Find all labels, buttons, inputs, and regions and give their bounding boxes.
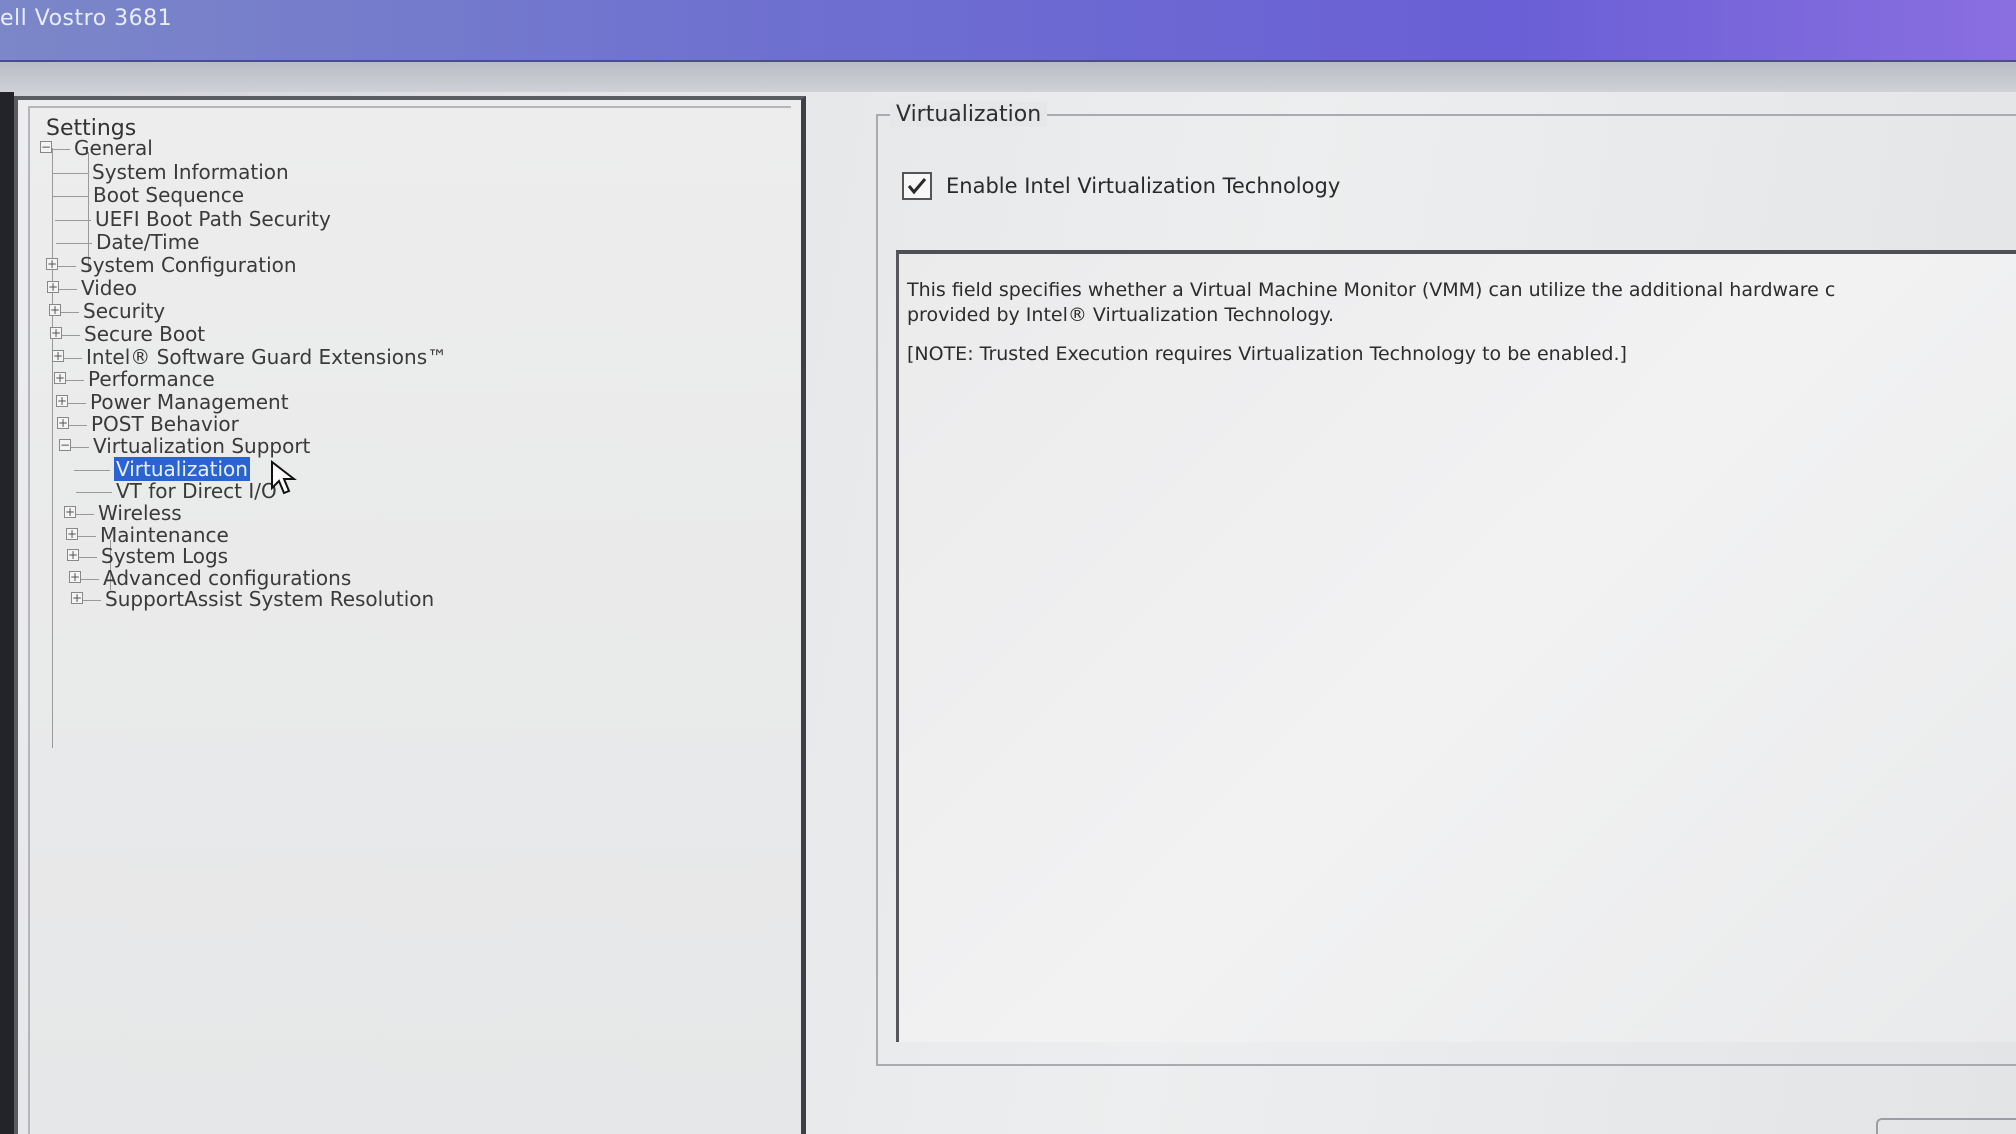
group-title: Virtualization [890, 102, 1048, 127]
plus-box-icon[interactable]: + [49, 304, 61, 316]
settings-tree-panel: Settings − General System Information Bo… [14, 96, 806, 1134]
description-note: [NOTE: Trusted Execution requires Virtua… [907, 343, 1627, 365]
tree-trunk-line [52, 148, 53, 748]
tree-item-label: Secure Boot [84, 322, 206, 346]
description-box: This field specifies whether a Virtual M… [896, 250, 2016, 1042]
tree-item-vt-for-direct-io[interactable]: VT for Direct I/O [76, 479, 277, 503]
bottom-right-button-edge[interactable] [1876, 1118, 2016, 1134]
tree-item-label: Intel® Software Guard Extensions™ [86, 345, 448, 369]
tree-item-label: Date/Time [96, 230, 200, 254]
window-title: ell Vostro 3681 [0, 6, 173, 31]
plus-box-icon[interactable]: + [56, 395, 68, 407]
tree-item-system-logs[interactable]: + System Logs [67, 544, 228, 568]
minus-box-icon[interactable]: − [59, 439, 71, 451]
tree-item-label: Wireless [98, 501, 182, 525]
tree-item-label: General [74, 136, 153, 160]
plus-box-icon[interactable]: + [64, 506, 76, 518]
screen-bezel-edge [0, 92, 14, 1134]
enable-vt-label[interactable]: Enable Intel Virtualization Technology [946, 174, 1340, 198]
tree-item-label: Performance [88, 367, 215, 391]
plus-box-icon[interactable]: + [50, 327, 62, 339]
tree-item-virtualization-support[interactable]: − Virtualization Support [59, 434, 310, 458]
plus-box-icon[interactable]: + [47, 281, 59, 293]
tree-item-supportassist[interactable]: + SupportAssist System Resolution [71, 587, 434, 611]
detail-pane: Virtualization Enable Intel Virtualizati… [820, 92, 2016, 1134]
plus-box-icon[interactable]: + [52, 350, 64, 362]
tree-item-label: POST Behavior [91, 412, 239, 436]
tree-item-label: VT for Direct I/O [116, 479, 277, 503]
plus-box-icon[interactable]: + [67, 549, 79, 561]
tree-item-label: Power Management [90, 390, 289, 414]
tree-item-boot-sequence[interactable]: Boot Sequence [53, 183, 245, 207]
plus-box-icon[interactable]: + [54, 372, 66, 384]
tree-item-security[interactable]: + Security [49, 299, 165, 323]
tree-item-label: Video [81, 276, 138, 300]
description-text: This field specifies whether a Virtual M… [907, 278, 2016, 367]
description-line-2: provided by Intel® Virtualization Techno… [907, 304, 1335, 326]
tree-item-label: Virtualization Support [93, 434, 311, 458]
checkmark-icon [907, 178, 927, 195]
settings-tree: Settings − General System Information Bo… [28, 106, 791, 1134]
tree-item-label: Boot Sequence [93, 183, 245, 207]
tree-item-label: System Logs [101, 544, 229, 568]
plus-box-icon[interactable]: + [71, 592, 83, 604]
description-line-1: This field specifies whether a Virtual M… [907, 279, 1836, 301]
tree-item-date-time[interactable]: Date/Time [56, 230, 200, 254]
tree-item-power-management[interactable]: + Power Management [56, 390, 289, 414]
plus-box-icon[interactable]: + [46, 258, 58, 270]
minus-box-icon[interactable]: − [40, 141, 52, 153]
tree-item-label: UEFI Boot Path Security [95, 207, 331, 231]
enable-vt-checkbox[interactable] [902, 172, 932, 200]
tree-item-label: Security [83, 299, 166, 323]
tree-item-wireless[interactable]: + Wireless [64, 501, 182, 525]
tree-item-intel-sgx[interactable]: + Intel® Software Guard Extensions™ [52, 345, 447, 369]
tree-item-secure-boot[interactable]: + Secure Boot [50, 322, 205, 346]
menu-band [0, 62, 2016, 92]
mouse-pointer-icon [271, 460, 297, 495]
tree-item-uefi-boot-path-security[interactable]: UEFI Boot Path Security [55, 207, 331, 231]
plus-box-icon[interactable]: + [57, 417, 69, 429]
bios-setup-screen: ell Vostro 3681 Settings − General Syste… [0, 0, 2016, 1134]
plus-box-icon[interactable]: + [69, 571, 81, 583]
tree-item-label-selected: Virtualization [114, 457, 250, 481]
tree-item-system-information[interactable]: System Information [52, 160, 289, 184]
tree-item-virtualization[interactable]: Virtualization [74, 457, 250, 481]
title-bar: ell Vostro 3681 [0, 0, 2016, 62]
tree-item-label: System Information [92, 160, 289, 184]
tree-item-label: System Configuration [80, 253, 297, 277]
enable-vt-row[interactable]: Enable Intel Virtualization Technology [902, 172, 1340, 200]
tree-item-general[interactable]: − General [40, 136, 153, 160]
tree-item-post-behavior[interactable]: + POST Behavior [57, 412, 239, 436]
plus-box-icon[interactable]: + [66, 528, 78, 540]
tree-item-system-configuration[interactable]: + System Configuration [46, 253, 297, 277]
tree-item-video[interactable]: + Video [47, 276, 137, 300]
tree-item-label: SupportAssist System Resolution [105, 587, 435, 611]
tree-item-performance[interactable]: + Performance [54, 367, 215, 391]
